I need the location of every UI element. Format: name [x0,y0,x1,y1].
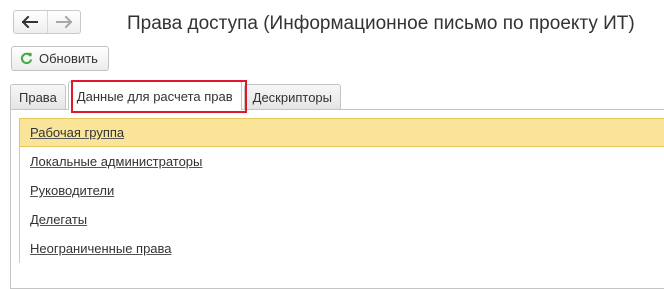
tab-rights-calculation-data[interactable]: Данные для расчета прав [67,81,242,110]
arrow-right-icon [55,16,72,28]
tab-rights-label: Права [19,90,57,105]
tab-descriptors-label: Дескрипторы [252,90,333,105]
refresh-button[interactable]: Обновить [11,46,109,71]
navigation-buttons [13,10,81,34]
list-item-local-admins[interactable]: Локальные администраторы [19,147,664,176]
list-item-managers[interactable]: Руководители [19,176,664,205]
tab-rights-calculation-data-label: Данные для расчета прав [76,88,233,104]
tab-descriptors[interactable]: Дескрипторы [243,84,342,110]
list-item-label: Рабочая группа [30,125,125,140]
list-item-label: Руководители [30,183,115,198]
calculation-data-list: Рабочая группа Локальные администраторы … [19,118,664,263]
forward-button[interactable] [46,11,81,33]
refresh-button-label: Обновить [39,51,98,66]
tab-bar: Права Данные для расчета прав Дескриптор… [10,81,343,110]
list-item-work-group[interactable]: Рабочая группа [19,118,664,147]
page-title: Права доступа (Информационное письмо по … [127,13,635,34]
back-button[interactable] [14,11,47,33]
arrow-left-icon [22,16,39,28]
refresh-icon [20,52,33,65]
list-item-delegates[interactable]: Делегаты [19,205,664,234]
list-item-label: Локальные администраторы [30,154,203,169]
list-item-unlimited-rights[interactable]: Неограниченные права [19,234,664,263]
list-item-label: Делегаты [30,212,88,227]
tab-rights[interactable]: Права [10,84,66,110]
list-item-label: Неограниченные права [30,241,172,256]
